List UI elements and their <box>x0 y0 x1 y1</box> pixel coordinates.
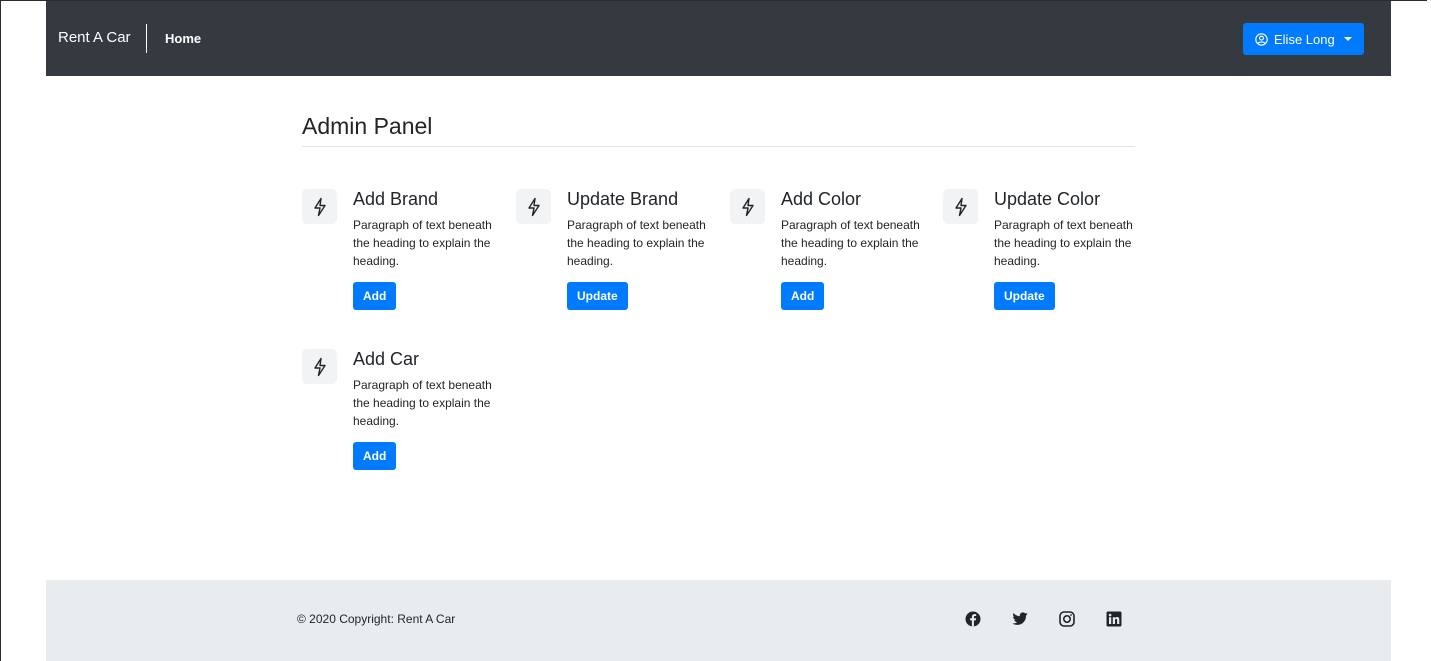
navbar: Rent A Car Home Elise Long <box>46 1 1391 76</box>
card-update-color: Update Color Paragraph of text beneath t… <box>943 189 1143 319</box>
user-circle-icon <box>1255 32 1274 46</box>
lightning-icon <box>302 189 337 224</box>
card-add-brand: Add Brand Paragraph of text beneath the … <box>302 189 502 319</box>
nav-link-home[interactable]: Home <box>165 31 201 46</box>
twitter-icon[interactable] <box>1011 610 1029 628</box>
chevron-down-icon <box>1344 37 1352 41</box>
card-update-brand: Update Brand Paragraph of text beneath t… <box>516 189 716 319</box>
update-color-button[interactable]: Update <box>994 282 1055 310</box>
linkedin-icon[interactable] <box>1105 610 1123 628</box>
lightning-icon <box>516 189 551 224</box>
card-add-car: Add Car Paragraph of text beneath the he… <box>302 349 502 479</box>
update-brand-button[interactable]: Update <box>567 282 628 310</box>
navbar-divider <box>146 24 147 53</box>
user-menu-label: Elise Long <box>1274 31 1335 47</box>
page-title: Admin Panel <box>302 113 433 139</box>
card-text: Paragraph of text beneath the heading to… <box>567 218 706 268</box>
card-title: Add Color <box>781 189 862 209</box>
window-edge-right <box>1427 0 1431 661</box>
card-text: Paragraph of text beneath the heading to… <box>781 218 920 268</box>
add-color-button[interactable]: Add <box>781 282 825 310</box>
title-divider <box>302 146 1135 147</box>
card-add-color: Add Color Paragraph of text beneath the … <box>730 189 930 319</box>
navbar-brand[interactable]: Rent A Car <box>58 29 131 46</box>
footer-copyright: © 2020 Copyright: Rent A Car <box>297 612 456 626</box>
add-brand-button[interactable]: Add <box>353 282 397 310</box>
lightning-icon <box>943 189 978 224</box>
card-title: Update Color <box>994 189 1101 209</box>
card-text: Paragraph of text beneath the heading to… <box>994 218 1133 268</box>
lightning-icon <box>730 189 765 224</box>
facebook-icon[interactable] <box>964 610 982 628</box>
instagram-icon[interactable] <box>1058 610 1076 628</box>
user-menu-button[interactable]: Elise Long <box>1243 23 1364 55</box>
card-text: Paragraph of text beneath the heading to… <box>353 218 492 268</box>
card-title: Add Brand <box>353 189 439 209</box>
lightning-icon <box>302 349 337 384</box>
card-text: Paragraph of text beneath the heading to… <box>353 378 492 428</box>
card-title: Update Brand <box>567 189 679 209</box>
window-edge-left <box>0 0 1 661</box>
page: Rent A Car Home Elise Long Admin Panel A… <box>46 1 1391 661</box>
footer: © 2020 Copyright: Rent A Car <box>46 580 1391 661</box>
card-title: Add Car <box>353 349 420 369</box>
add-car-button[interactable]: Add <box>353 442 397 470</box>
